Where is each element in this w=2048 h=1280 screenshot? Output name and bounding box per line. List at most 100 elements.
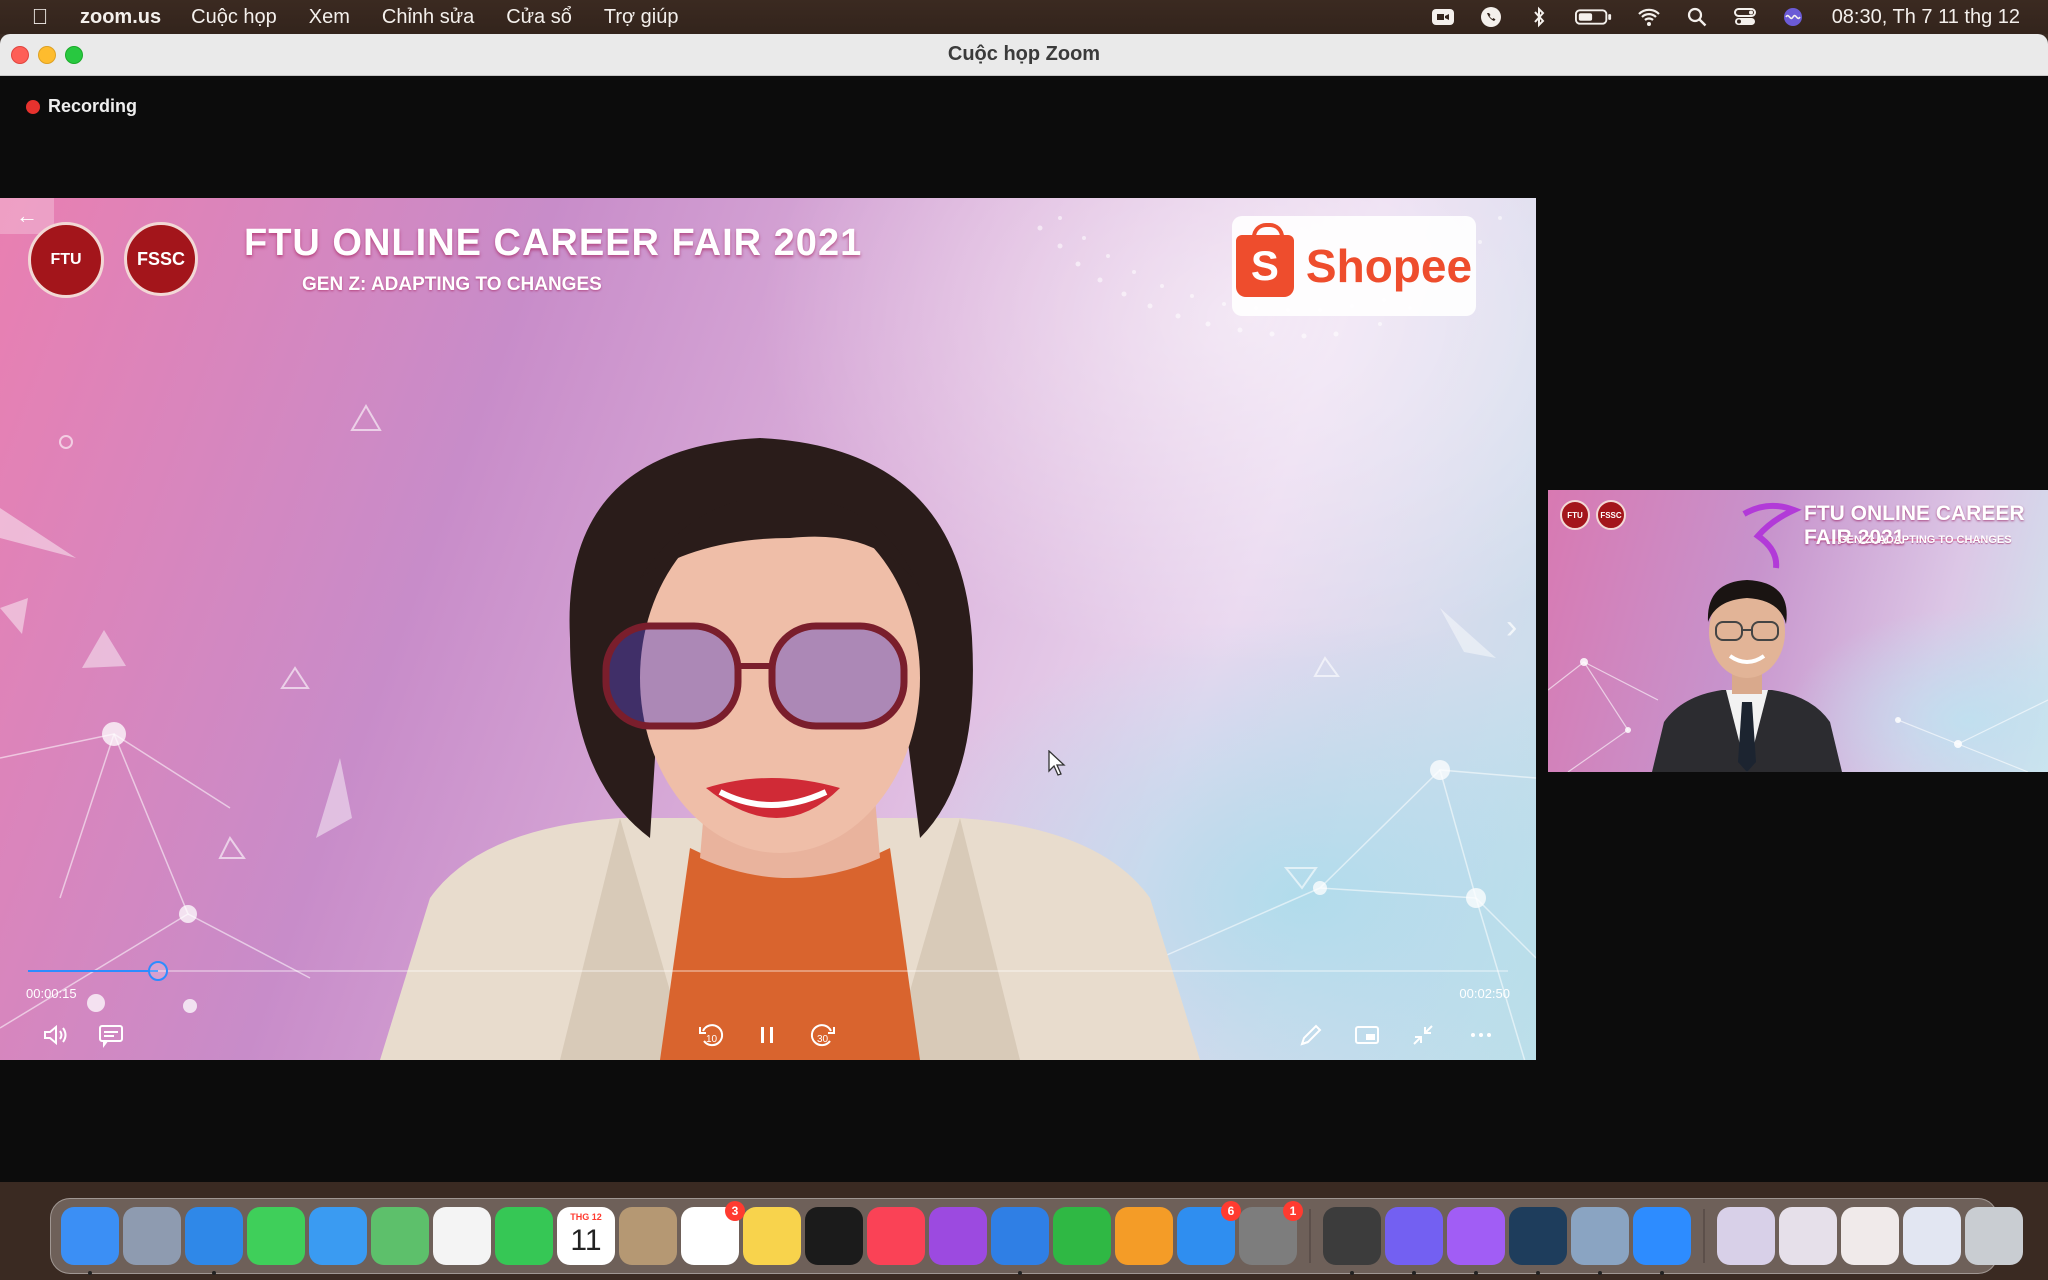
dock-system-preferences-icon[interactable]: 1: [1239, 1201, 1303, 1265]
rewind-icon: 10: [699, 1024, 724, 1047]
dock-safari-icon[interactable]: [185, 1207, 243, 1275]
more-options-button[interactable]: [1464, 1018, 1498, 1052]
ellipsis-icon: [1471, 1033, 1491, 1037]
dock-calendar-icon[interactable]: THG 12 11: [557, 1207, 615, 1265]
window-title: Cuộc họp Zoom: [947, 43, 1101, 65]
shared-screen-video[interactable]: ← FTU FSSC FTU ONLINE CAREER FAIR 2021 G…: [0, 198, 1536, 1060]
participant-video-thumbnail[interactable]: FTU FSSC FTU ONLINE CAREER FAIR 2021 GEN…: [1548, 490, 2048, 772]
dock-recent-apps: [1323, 1207, 1691, 1275]
dock-podcasts-icon[interactable]: [929, 1207, 987, 1265]
dock-apps: THG 12 11 3 6 1: [61, 1201, 1303, 1275]
dock-messages-icon[interactable]: [247, 1207, 305, 1265]
siri-icon[interactable]: [1780, 6, 1806, 28]
pip-icon: [1355, 1026, 1379, 1044]
rewind-10-button[interactable]: 10: [694, 1018, 728, 1052]
dock-screen-recorder-icon[interactable]: [1323, 1207, 1381, 1275]
menu-help[interactable]: Trợ giúp: [588, 6, 695, 29]
dock-numbers-icon[interactable]: [1053, 1207, 1111, 1265]
menu-clock[interactable]: 08:30, Th 7 11 thg 12: [1832, 6, 2020, 29]
dock-downloads-stack-1-icon[interactable]: [1717, 1207, 1775, 1265]
dock-zoom-icon[interactable]: [1633, 1207, 1691, 1275]
dock-music-icon[interactable]: [867, 1207, 925, 1265]
bluetooth-icon[interactable]: [1526, 6, 1552, 28]
dock-reminders-icon[interactable]: 3: [681, 1201, 745, 1265]
forward-seconds: 30: [817, 1034, 829, 1045]
window-titlebar[interactable]: Cuộc họp Zoom: [0, 34, 2048, 76]
dock-notes-icon[interactable]: [743, 1207, 801, 1265]
dock-facetime-icon[interactable]: [495, 1207, 553, 1265]
dock-trash-icon[interactable]: [1965, 1207, 2023, 1265]
dock-separator: [1703, 1209, 1705, 1263]
recording-label: Recording: [48, 96, 138, 116]
battery-icon[interactable]: [1574, 6, 1614, 28]
dock-mail-icon[interactable]: [309, 1207, 367, 1265]
dock-pages-icon[interactable]: [1115, 1207, 1173, 1265]
dock-viber-icon[interactable]: [1385, 1207, 1443, 1275]
wifi-icon[interactable]: [1636, 6, 1662, 28]
exit-fullscreen-button[interactable]: [1406, 1018, 1440, 1052]
window-minimize-button[interactable]: [38, 46, 56, 64]
menu-app-name[interactable]: zoom.us: [80, 6, 175, 29]
video-progress-fill: [28, 970, 159, 972]
menu-view[interactable]: Xem: [293, 6, 366, 29]
dock-app-store-icon[interactable]: 6: [1177, 1201, 1241, 1265]
shopee-bag-icon: S: [1235, 223, 1294, 297]
calendar-day: 11: [570, 1224, 602, 1257]
apple-menu-icon[interactable]: : [0, 4, 80, 30]
zoom-tray-icon[interactable]: [1430, 6, 1456, 28]
dock-separator: [1309, 1209, 1311, 1263]
dock-notification-badge: 6: [1221, 1201, 1241, 1221]
menu-meeting[interactable]: Cuộc họp: [175, 6, 293, 29]
participant-video: [1652, 580, 1842, 772]
window-close-button[interactable]: [11, 46, 29, 64]
dock-stacks: [1717, 1207, 2023, 1265]
captions-icon: [99, 1025, 123, 1048]
thumbnail-ftu-logo: FTU: [1560, 500, 1590, 530]
zoom-meeting-window: Cuộc họp Zoom Recording ← FTU FSSC FTU O…: [0, 34, 2048, 1182]
calendar-month: THG 12: [570, 1212, 602, 1222]
forward-30-button[interactable]: 30: [806, 1018, 840, 1052]
volume-button[interactable]: [38, 1018, 72, 1052]
dock-finder-icon[interactable]: [61, 1207, 119, 1275]
dock-apple-tv-icon[interactable]: [805, 1207, 863, 1265]
mouse-cursor-icon: [1048, 750, 1066, 776]
next-arrow-icon[interactable]: ›: [1506, 608, 1517, 647]
dock-quicktime-icon[interactable]: [1509, 1207, 1567, 1275]
dock-preview-icon[interactable]: [1571, 1207, 1629, 1275]
viber-tray-icon[interactable]: [1478, 6, 1504, 28]
collapse-arrows-icon: [1413, 1025, 1433, 1045]
dock-downloads-stack-2-icon[interactable]: [1779, 1207, 1837, 1265]
spotlight-search-icon[interactable]: [1684, 6, 1710, 28]
forward-icon: 30: [810, 1024, 835, 1047]
event-title: FTU ONLINE CAREER FAIR 2021: [244, 222, 863, 264]
video-progress-bar[interactable]: [28, 961, 1508, 981]
dock-messenger-icon[interactable]: [1447, 1207, 1505, 1275]
sponsor-name: Shopee: [1305, 240, 1473, 292]
dock-contacts-icon[interactable]: [619, 1207, 677, 1265]
menu-edit[interactable]: Chỉnh sửa: [366, 6, 490, 29]
dock: THG 12 11 3 6 1: [50, 1198, 2023, 1275]
ftu-logo: FTU: [28, 222, 104, 298]
dock-downloads-stack-4-icon[interactable]: [1903, 1207, 1961, 1265]
menu-bar:  zoom.us Cuộc họp Xem Chỉnh sửa Cửa sổ …: [0, 0, 2048, 34]
annotate-button[interactable]: [1294, 1018, 1328, 1052]
captions-button[interactable]: [94, 1018, 128, 1052]
window-fullscreen-button[interactable]: [65, 46, 83, 64]
dock-maps-icon[interactable]: [371, 1207, 429, 1265]
event-subtitle: GEN Z: ADAPTING TO CHANGES: [302, 274, 602, 295]
picture-in-picture-button[interactable]: [1350, 1018, 1384, 1052]
pencil-icon: [1300, 1024, 1322, 1046]
menu-window[interactable]: Cửa sổ: [490, 6, 588, 29]
dock-downloads-stack-3-icon[interactable]: [1841, 1207, 1899, 1265]
recording-dot-icon: [26, 99, 40, 114]
speaker-video: [380, 438, 1200, 1060]
thumbnail-fssc-logo: FSSC: [1596, 500, 1626, 530]
control-center-icon[interactable]: [1732, 6, 1758, 28]
dock-keynote-icon[interactable]: [991, 1207, 1049, 1275]
video-time-current: 00:00:15: [26, 986, 77, 1001]
pause-button[interactable]: [750, 1018, 784, 1052]
dock-photos-icon[interactable]: [433, 1207, 491, 1265]
speaker-volume-icon: [44, 1024, 67, 1046]
recording-indicator[interactable]: Recording: [26, 96, 137, 117]
dock-launchpad-icon[interactable]: [123, 1207, 181, 1265]
